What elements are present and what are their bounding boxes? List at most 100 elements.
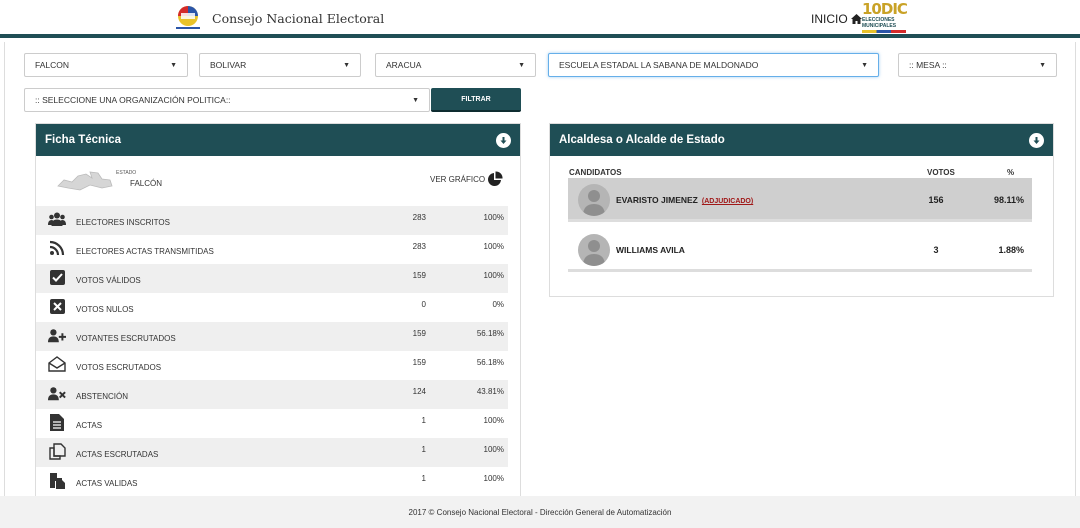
ficha-row-value: 283 — [412, 242, 426, 251]
estado-name: FALCÓN — [130, 179, 163, 188]
logo-sub-text: ELECCIONES MUNICIPALES — [862, 17, 897, 29]
avatar — [578, 184, 610, 216]
ficha-row: ABSTENCIÓN 124 43.81% — [36, 380, 508, 409]
centro-select-value: ESCUELA ESTADAL LA SABANA DE MALDONADO — [559, 60, 759, 70]
ficha-row: VOTANTES ESCRUTADOS 159 56.18% — [36, 322, 508, 351]
ficha-row-pct: 100% — [483, 242, 504, 251]
copy-icon — [48, 442, 66, 460]
ficha-row-pct: 0% — [492, 300, 504, 309]
centro-select[interactable]: ESCUELA ESTADAL LA SABANA DE MALDONADO ▼ — [548, 53, 879, 77]
filtrar-button[interactable]: FILTRAR — [431, 88, 521, 112]
alcalde-panel: Alcaldesa o Alcalde de Estado CANDIDATOS… — [549, 123, 1054, 297]
ficha-row: ACTAS 1 100% — [36, 409, 508, 438]
ficha-row-label: VOTOS NULOS — [76, 305, 134, 314]
ficha-row-label: ELECTORES ACTAS TRANSMITIDAS — [76, 247, 214, 256]
file-icon — [48, 413, 66, 431]
ficha-row-value: 159 — [412, 358, 426, 367]
candidate-name: WILLIAMS AVILA — [616, 245, 685, 255]
caret-down-icon: ▼ — [518, 61, 525, 69]
ficha-row: ELECTORES INSCRITOS 283 100% — [36, 206, 508, 235]
ficha-tecnica-title: Ficha Técnica — [45, 134, 122, 146]
ficha-row-label: ACTAS ESCRUTADAS — [76, 450, 159, 459]
candidate-name: EVARISTO JIMENEZ (ADJUDICADO) — [616, 195, 753, 205]
cne-logo-icon[interactable] — [172, 5, 204, 31]
ficha-row-label: VOTOS VÁLIDOS — [76, 276, 141, 285]
candidate-name-text: WILLIAMS AVILA — [616, 245, 685, 255]
inicio-link[interactable]: INICIO — [811, 12, 862, 26]
municipio-select[interactable]: BOLIVAR ▼ — [199, 53, 361, 77]
ficha-row-pct: 43.81% — [476, 387, 504, 396]
ver-grafico-label: VER GRÁFICO — [430, 174, 486, 184]
ficha-row-label: ACTAS — [76, 421, 103, 430]
ficha-row-value: 124 — [412, 387, 426, 396]
ficha-row-pct: 100% — [483, 474, 504, 483]
candidate-votes: 156 — [928, 195, 944, 205]
parroquia-select[interactable]: ARACUA ▼ — [375, 53, 536, 77]
ficha-row-value: 1 — [421, 445, 426, 454]
ficha-row-pct: 56.18% — [476, 329, 504, 338]
alcalde-title: Alcaldesa o Alcalde de Estado — [559, 134, 725, 146]
ficha-row-value: 283 — [412, 213, 426, 222]
estado-small-label: ESTADO — [116, 170, 137, 176]
estado-info: ESTADO FALCÓN — [56, 166, 166, 196]
organizacion-select[interactable]: :: SELECCIONE UNA ORGANIZACIÓN POLITICA:… — [24, 88, 430, 112]
ficha-rows: ELECTORES INSCRITOS 283 100% ELECTORES A… — [36, 206, 508, 496]
candidate-pct: 1.88% — [998, 245, 1024, 255]
ficha-row: ACTAS ESCRUTADAS 1 100% — [36, 438, 508, 467]
rss-icon — [48, 239, 66, 257]
avatar — [578, 234, 610, 266]
col-candidatos: CANDIDATOS — [569, 168, 622, 177]
candidate-pct: 98.11% — [993, 195, 1024, 205]
logo-10dic-text: 10DIC — [862, 0, 908, 18]
ver-grafico-link[interactable]: VER GRÁFICO — [430, 171, 503, 187]
ficha-row-value: 1 — [421, 474, 426, 483]
falcon-map-icon — [57, 171, 113, 191]
main-content: FALCON ▼ BOLIVAR ▼ ARACUA ▼ ESCUELA ESTA… — [4, 42, 1076, 496]
alcalde-header: Alcaldesa o Alcalde de Estado — [550, 124, 1053, 156]
brand-title[interactable]: Consejo Nacional Electoral — [212, 11, 384, 26]
download-icon[interactable] — [1029, 132, 1044, 148]
estado-select-value: FALCON — [35, 60, 70, 70]
ficha-row-value: 1 — [421, 416, 426, 425]
ficha-row-pct: 100% — [483, 416, 504, 425]
ficha-row-pct: 100% — [483, 445, 504, 454]
ficha-row: VOTOS ESCRUTADOS 159 56.18% — [36, 351, 508, 380]
caret-down-icon: ▼ — [1039, 61, 1046, 69]
ficha-row-value: 159 — [412, 329, 426, 338]
col-pct: % — [1007, 168, 1015, 177]
ficha-row: VOTOS NULOS 0 0% — [36, 293, 508, 322]
ficha-row-label: ABSTENCIÓN — [76, 392, 129, 401]
envelope-open-icon — [48, 355, 66, 373]
ficha-row-label: VOTOS ESCRUTADOS — [76, 363, 162, 372]
inicio-label: INICIO — [811, 12, 848, 26]
ficha-row-value: 159 — [412, 271, 426, 280]
download-icon[interactable] — [496, 132, 511, 148]
ficha-row: VOTOS VÁLIDOS 159 100% — [36, 264, 508, 293]
ficha-row-label: ELECTORES INSCRITOS — [76, 218, 170, 227]
checkbox-icon — [48, 268, 66, 286]
footer: 2017 © Consejo Nacional Electoral - Dire… — [0, 496, 1080, 528]
ficha-tecnica-header: Ficha Técnica — [36, 124, 520, 156]
user-x-icon — [48, 384, 66, 402]
col-votos: VOTOS — [927, 168, 955, 177]
parroquia-select-value: ARACUA — [386, 60, 422, 70]
caret-down-icon: ▼ — [412, 96, 419, 104]
ficha-row-value: 0 — [421, 300, 426, 309]
ficha-tecnica-panel: Ficha Técnica ESTADO FALCÓN VER GRÁFICO — [35, 123, 521, 496]
elecciones-municipales-logo: 10DIC ELECCIONES MUNICIPALES — [862, 2, 910, 35]
ficha-row-label: ACTAS VALIDAS — [76, 479, 138, 488]
top-navbar: Consejo Nacional Electoral INICIO 10DIC … — [0, 0, 1080, 38]
candidate-row[interactable]: EVARISTO JIMENEZ (ADJUDICADO) 156 98.11% — [568, 178, 1032, 222]
mesa-select-value: :: MESA :: — [909, 60, 947, 70]
ficha-row: ELECTORES ACTAS TRANSMITIDAS 283 100% — [36, 235, 508, 264]
caret-down-icon: ▼ — [861, 61, 868, 69]
users-icon — [48, 210, 66, 228]
candidate-votes: 3 — [933, 245, 939, 255]
mesa-select[interactable]: :: MESA :: ▼ — [898, 53, 1057, 77]
candidate-row[interactable]: WILLIAMS AVILA 3 1.88% — [568, 228, 1032, 272]
ficha-row-pct: 100% — [483, 271, 504, 280]
ficha-row-label: VOTANTES ESCRUTADOS — [76, 334, 176, 343]
ficha-row-pct: 56.18% — [476, 358, 504, 367]
estado-select[interactable]: FALCON ▼ — [24, 53, 188, 77]
ficha-row: ACTAS VALIDAS 1 100% — [36, 467, 508, 496]
